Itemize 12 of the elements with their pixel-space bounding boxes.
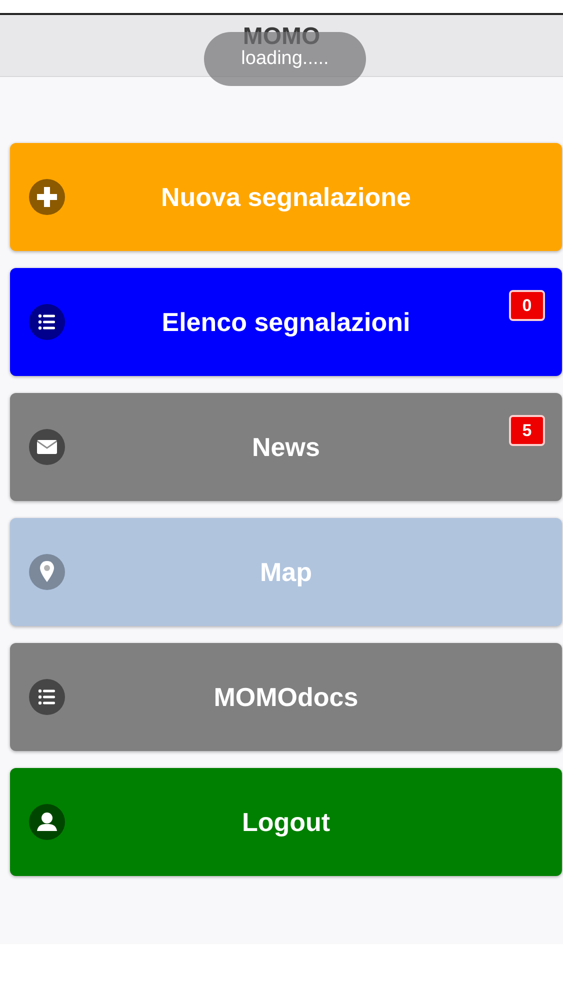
user-icon bbox=[29, 804, 65, 840]
envelope-icon bbox=[29, 429, 65, 465]
location-pin-icon bbox=[29, 554, 65, 590]
menu-button[interactable]: MOMOdocs bbox=[10, 643, 562, 751]
menu-button[interactable]: News 5 bbox=[10, 393, 562, 501]
list-icon bbox=[29, 679, 65, 715]
menu-button[interactable]: Elenco segnalazioni 0 bbox=[10, 268, 562, 376]
list-icon bbox=[29, 304, 65, 340]
count-badge: 5 bbox=[509, 415, 545, 446]
count-badge: 0 bbox=[509, 290, 545, 321]
plus-icon bbox=[29, 179, 65, 215]
menu-button[interactable]: Logout bbox=[10, 768, 562, 876]
